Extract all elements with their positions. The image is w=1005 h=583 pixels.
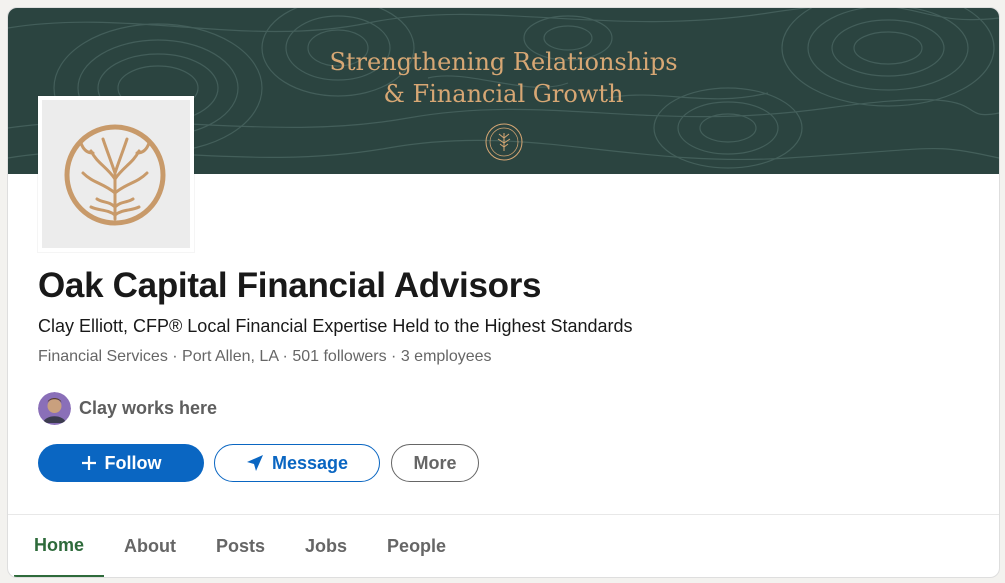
tab-label: Posts: [216, 535, 266, 556]
tab-posts[interactable]: Posts: [196, 515, 285, 577]
company-tagline: Clay Elliott, CFP® Local Financial Exper…: [38, 316, 633, 336]
follow-button[interactable]: Follow: [38, 444, 204, 482]
industry: Financial Services: [38, 348, 168, 365]
company-profile-card: Strengthening Relationships & Financial …: [7, 7, 1000, 578]
tab-label: Home: [34, 534, 85, 555]
tab-home[interactable]: Home: [14, 515, 105, 577]
company-logo-background: [42, 100, 190, 248]
tab-jobs[interactable]: Jobs: [285, 515, 367, 577]
connection-works-here[interactable]: Clay works here: [38, 391, 217, 425]
more-button[interactable]: More: [391, 444, 479, 482]
oak-capital-seal-icon: [485, 123, 523, 161]
message-button-label: Message: [271, 452, 349, 473]
message-button[interactable]: Message: [214, 444, 380, 482]
employees-link[interactable]: 3 employees: [401, 348, 492, 365]
meta-separator: ·: [167, 348, 183, 365]
follow-button-label: Follow: [104, 452, 162, 473]
banner-line-1: Strengthening Relationships: [329, 48, 678, 76]
tab-people[interactable]: People: [367, 515, 466, 577]
meta-separator: ·: [278, 348, 293, 365]
tab-label: People: [387, 535, 447, 556]
connection-text: Clay works here: [79, 397, 218, 418]
location: Port Allen, LA: [182, 348, 279, 365]
tab-label: About: [124, 535, 176, 556]
tab-about[interactable]: About: [104, 515, 196, 577]
followers-count: 501 followers: [292, 348, 387, 365]
company-meta: Financial Services · Port Allen, LA · 50…: [38, 348, 492, 366]
tab-label: Jobs: [305, 535, 348, 556]
company-name: Oak Capital Financial Advisors: [38, 266, 542, 305]
more-button-label: More: [413, 452, 457, 473]
send-icon: [246, 454, 264, 472]
meta-separator: ·: [386, 348, 401, 365]
user-avatar-icon: [38, 391, 71, 425]
company-logo[interactable]: [38, 96, 194, 252]
tree-circle-logo-icon: [64, 124, 166, 226]
page-tabs: Home About Posts Jobs People: [14, 515, 466, 577]
plus-icon: [81, 455, 97, 471]
